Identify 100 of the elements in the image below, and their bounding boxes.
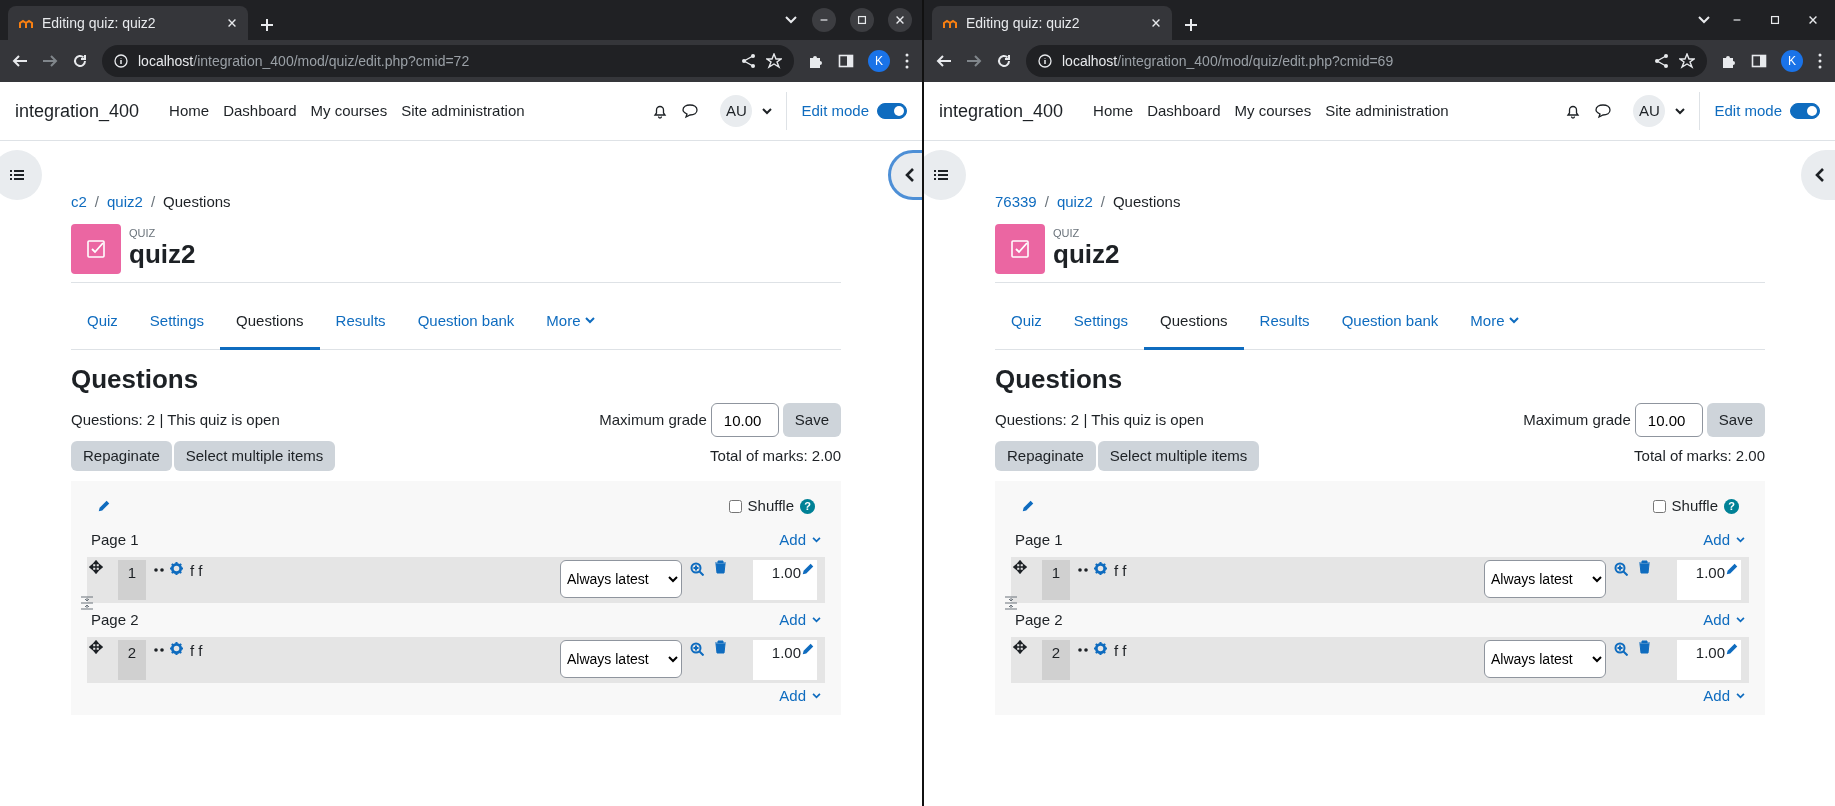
edit-mode-toggle[interactable] bbox=[877, 103, 907, 119]
breadcrumb-link[interactable]: quiz2 bbox=[1056, 191, 1093, 214]
delete-icon[interactable] bbox=[714, 560, 727, 575]
nav-link[interactable]: My courses bbox=[1234, 99, 1312, 123]
question-name[interactable]: f f bbox=[190, 640, 203, 663]
preview-icon[interactable] bbox=[690, 642, 704, 657]
edit-pencil-icon[interactable] bbox=[1021, 499, 1035, 514]
add-menu-link[interactable]: Add bbox=[1703, 528, 1745, 552]
edit-pencil-icon[interactable] bbox=[97, 499, 111, 514]
back-icon[interactable] bbox=[936, 53, 952, 69]
max-mark-field[interactable]: 1.00 bbox=[1677, 640, 1741, 681]
breadcrumb-link[interactable]: 76339 bbox=[995, 191, 1037, 214]
share-icon[interactable] bbox=[741, 53, 756, 69]
question-name[interactable]: f f bbox=[1114, 560, 1127, 583]
question-name[interactable]: f f bbox=[190, 560, 203, 583]
version-select[interactable]: Always latest bbox=[560, 640, 682, 679]
help-icon[interactable]: ? bbox=[800, 498, 815, 514]
forward-icon[interactable] bbox=[42, 53, 58, 69]
browser-tab[interactable]: Editing quiz: quiz2 bbox=[932, 6, 1172, 40]
caret-icon[interactable] bbox=[762, 107, 773, 115]
delete-icon[interactable] bbox=[1638, 560, 1651, 575]
maximize-button[interactable] bbox=[850, 8, 874, 32]
breadcrumb-link[interactable]: c2 bbox=[71, 191, 87, 214]
action-button[interactable]: Select multiple items bbox=[1097, 441, 1260, 472]
save-button[interactable]: Save bbox=[782, 403, 841, 438]
side-panel-icon[interactable] bbox=[838, 53, 854, 69]
version-select[interactable]: Always latest bbox=[1484, 560, 1606, 599]
add-menu-link[interactable]: Add bbox=[779, 608, 821, 632]
back-icon[interactable] bbox=[12, 53, 28, 69]
menu-icon[interactable] bbox=[904, 53, 910, 69]
user-avatar[interactable]: AU bbox=[1633, 95, 1666, 127]
settings-icon[interactable] bbox=[170, 562, 183, 576]
caret-icon[interactable] bbox=[1675, 107, 1686, 115]
nav-tab[interactable]: Results bbox=[1243, 294, 1326, 350]
extensions-icon[interactable] bbox=[808, 53, 824, 69]
preview-icon[interactable] bbox=[690, 562, 704, 577]
shuffle-checkbox[interactable] bbox=[1652, 499, 1666, 513]
bookmark-star-icon[interactable] bbox=[766, 53, 782, 69]
delete-icon[interactable] bbox=[714, 640, 727, 655]
reload-icon[interactable] bbox=[72, 53, 88, 69]
version-select[interactable]: Always latest bbox=[1484, 640, 1606, 679]
max-mark-field[interactable]: 1.00 bbox=[1677, 560, 1741, 601]
site-name[interactable]: integration_400 bbox=[15, 97, 140, 125]
add-menu-link[interactable]: Add bbox=[1703, 608, 1745, 632]
bookmark-star-icon[interactable] bbox=[1679, 53, 1695, 69]
side-panel-icon[interactable] bbox=[1751, 53, 1767, 69]
settings-icon[interactable] bbox=[1094, 642, 1107, 656]
tab-close-icon[interactable] bbox=[226, 17, 238, 29]
max-grade-field[interactable]: 10.00 bbox=[1634, 403, 1703, 438]
nav-tab[interactable]: Results bbox=[319, 294, 402, 350]
edit-mode-toggle[interactable] bbox=[1790, 103, 1820, 119]
minimize-button[interactable] bbox=[812, 8, 836, 32]
course-index-toggle[interactable] bbox=[924, 150, 966, 200]
messages-icon[interactable] bbox=[1595, 103, 1612, 119]
share-icon[interactable] bbox=[1654, 53, 1669, 69]
max-grade-field[interactable]: 10.00 bbox=[710, 403, 779, 438]
address-field[interactable]: localhost/integration_400/mod/quiz/edit.php?cmid=69 bbox=[1026, 45, 1707, 77]
nav-link[interactable]: Home bbox=[1093, 99, 1134, 123]
move-icon[interactable] bbox=[1013, 560, 1027, 575]
nav-link[interactable]: Dashboard bbox=[223, 99, 297, 123]
tab-close-icon[interactable] bbox=[1150, 17, 1162, 29]
nav-tab[interactable]: Questions bbox=[220, 294, 320, 350]
extensions-icon[interactable] bbox=[1721, 53, 1737, 69]
menu-icon[interactable] bbox=[1817, 53, 1823, 69]
add-menu-link[interactable]: Add bbox=[1703, 684, 1745, 708]
nav-link[interactable]: Dashboard bbox=[1147, 99, 1221, 123]
settings-icon[interactable] bbox=[1094, 562, 1107, 576]
add-menu-link[interactable]: Add bbox=[779, 684, 821, 708]
reload-icon[interactable] bbox=[996, 53, 1012, 69]
site-name[interactable]: integration_400 bbox=[939, 97, 1064, 125]
action-button[interactable]: Select multiple items bbox=[173, 441, 336, 472]
profile-avatar[interactable]: K bbox=[1781, 50, 1803, 72]
max-mark-field[interactable]: 1.00 bbox=[753, 560, 817, 601]
add-menu-link[interactable]: Add bbox=[779, 528, 821, 552]
help-icon[interactable]: ? bbox=[1724, 498, 1739, 514]
nav-tab[interactable]: Question bank bbox=[1325, 294, 1455, 350]
settings-icon[interactable] bbox=[170, 642, 183, 656]
nav-link[interactable]: Home bbox=[169, 99, 210, 123]
nav-tab[interactable]: Quiz bbox=[995, 294, 1058, 350]
breadcrumb-link[interactable]: quiz2 bbox=[107, 191, 143, 214]
forward-icon[interactable] bbox=[966, 53, 982, 69]
close-button[interactable] bbox=[888, 8, 912, 32]
new-tab-icon[interactable] bbox=[1184, 18, 1198, 32]
new-tab-icon[interactable] bbox=[260, 18, 274, 32]
messages-icon[interactable] bbox=[682, 103, 699, 119]
user-avatar[interactable]: AU bbox=[720, 95, 753, 127]
version-select[interactable]: Always latest bbox=[560, 560, 682, 599]
max-mark-field[interactable]: 1.00 bbox=[753, 640, 817, 681]
page-break-icon[interactable] bbox=[1004, 596, 1018, 611]
nav-link[interactable]: Site administration bbox=[401, 99, 525, 123]
action-button[interactable]: Repaginate bbox=[71, 441, 172, 472]
move-icon[interactable] bbox=[89, 560, 103, 575]
nav-tab[interactable]: More bbox=[1454, 294, 1535, 350]
page-break-icon[interactable] bbox=[80, 596, 94, 611]
move-icon[interactable] bbox=[89, 640, 103, 655]
nav-tab[interactable]: Quiz bbox=[71, 294, 134, 350]
move-icon[interactable] bbox=[1013, 640, 1027, 655]
nav-tab[interactable]: Settings bbox=[133, 294, 221, 350]
nav-tab[interactable]: Question bank bbox=[401, 294, 531, 350]
nav-link[interactable]: Site administration bbox=[1325, 99, 1449, 123]
